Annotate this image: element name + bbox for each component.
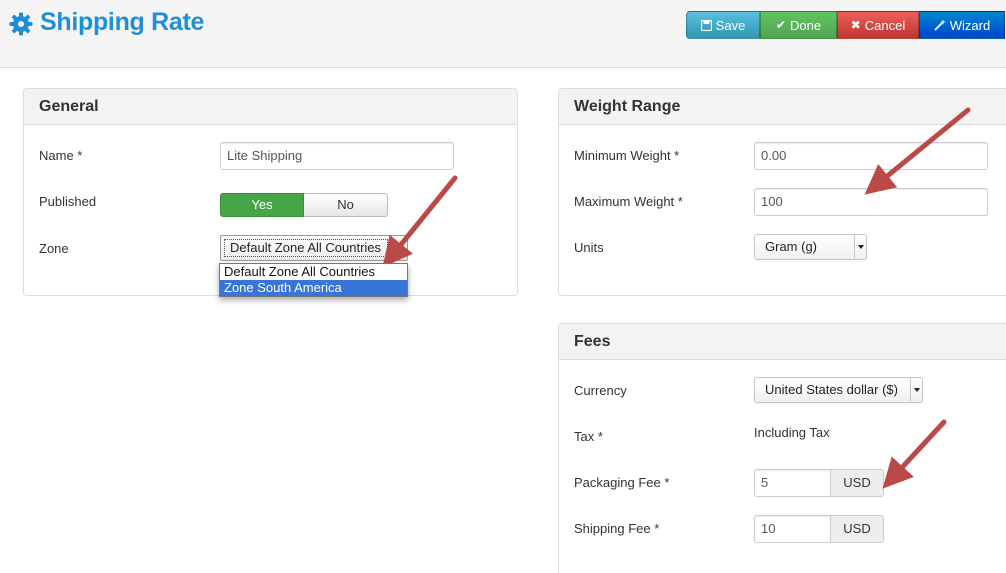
close-icon: ✖ <box>850 18 861 32</box>
chevron-down-icon[interactable] <box>910 378 922 402</box>
done-button-label: Done <box>789 17 822 33</box>
fees-panel: Fees Currency United States dollar ($) T… <box>558 323 1006 573</box>
published-no-button[interactable]: No <box>304 193 388 217</box>
packaging-fee-currency-addon: USD <box>830 469 884 497</box>
maximum-weight-label: Maximum Weight * <box>574 194 683 209</box>
zone-option-default[interactable]: Default Zone All Countries <box>220 264 407 280</box>
tax-label: Tax * <box>574 429 603 444</box>
minimum-weight-label: Minimum Weight * <box>574 148 680 163</box>
save-button-label: Save <box>715 17 746 33</box>
done-button[interactable]: ✔ Done <box>760 11 837 39</box>
magic-wand-icon <box>934 19 946 31</box>
page-title: Shipping Rate <box>40 8 205 36</box>
zone-dropdown-list: Default Zone All Countries Zone South Am… <box>219 263 408 297</box>
zone-option-south-america[interactable]: Zone South America <box>220 280 407 296</box>
shipping-fee-input[interactable]: 10 <box>754 515 831 543</box>
minimum-weight-input[interactable]: 0.00 <box>754 142 988 170</box>
fees-panel-heading: Fees <box>559 324 1006 360</box>
cancel-button[interactable]: ✖ Cancel <box>837 11 919 39</box>
zone-label: Zone <box>39 241 69 256</box>
name-input[interactable]: Lite Shipping <box>220 142 454 170</box>
wizard-button-label: Wizard <box>949 17 991 33</box>
gear-icon <box>9 12 33 36</box>
currency-label: Currency <box>574 383 627 398</box>
name-label: Name * <box>39 148 83 163</box>
published-yes-button[interactable]: Yes <box>220 193 304 217</box>
currency-select-value: United States dollar ($) <box>765 382 898 397</box>
page-header: Shipping Rate Save ✔ Done ✖ Cancel Wizar… <box>0 0 1006 68</box>
shipping-fee-currency-addon: USD <box>830 515 884 543</box>
units-label: Units <box>574 240 604 255</box>
published-label: Published <box>39 194 97 209</box>
tax-value: Including Tax <box>754 425 830 440</box>
weight-range-panel-heading: Weight Range <box>559 89 1006 125</box>
cancel-button-label: Cancel <box>864 17 906 33</box>
maximum-weight-input[interactable]: 100 <box>754 188 988 216</box>
general-panel-heading: General <box>24 89 517 125</box>
zone-select-value: Default Zone All Countries <box>224 239 388 257</box>
floppy-disk-icon <box>700 19 712 31</box>
weight-range-panel: Weight Range Minimum Weight * 0.00 Maxim… <box>558 88 1006 296</box>
chevron-down-icon[interactable] <box>854 235 866 259</box>
shipping-fee-label: Shipping Fee * <box>574 521 660 536</box>
units-select[interactable]: Gram (g) <box>754 234 867 260</box>
save-button[interactable]: Save <box>686 11 760 39</box>
zone-select[interactable]: Default Zone All Countries <box>220 235 408 261</box>
units-select-value: Gram (g) <box>765 239 817 254</box>
packaging-fee-input[interactable]: 5 <box>754 469 831 497</box>
wizard-button[interactable]: Wizard <box>919 11 1005 39</box>
currency-select[interactable]: United States dollar ($) <box>754 377 923 403</box>
chevron-down-icon[interactable] <box>390 236 407 260</box>
toolbar: Save ✔ Done ✖ Cancel Wizard <box>686 11 1005 39</box>
checkmark-icon: ✔ <box>775 18 786 32</box>
published-toggle: Yes No <box>220 193 388 217</box>
packaging-fee-label: Packaging Fee * <box>574 475 670 490</box>
